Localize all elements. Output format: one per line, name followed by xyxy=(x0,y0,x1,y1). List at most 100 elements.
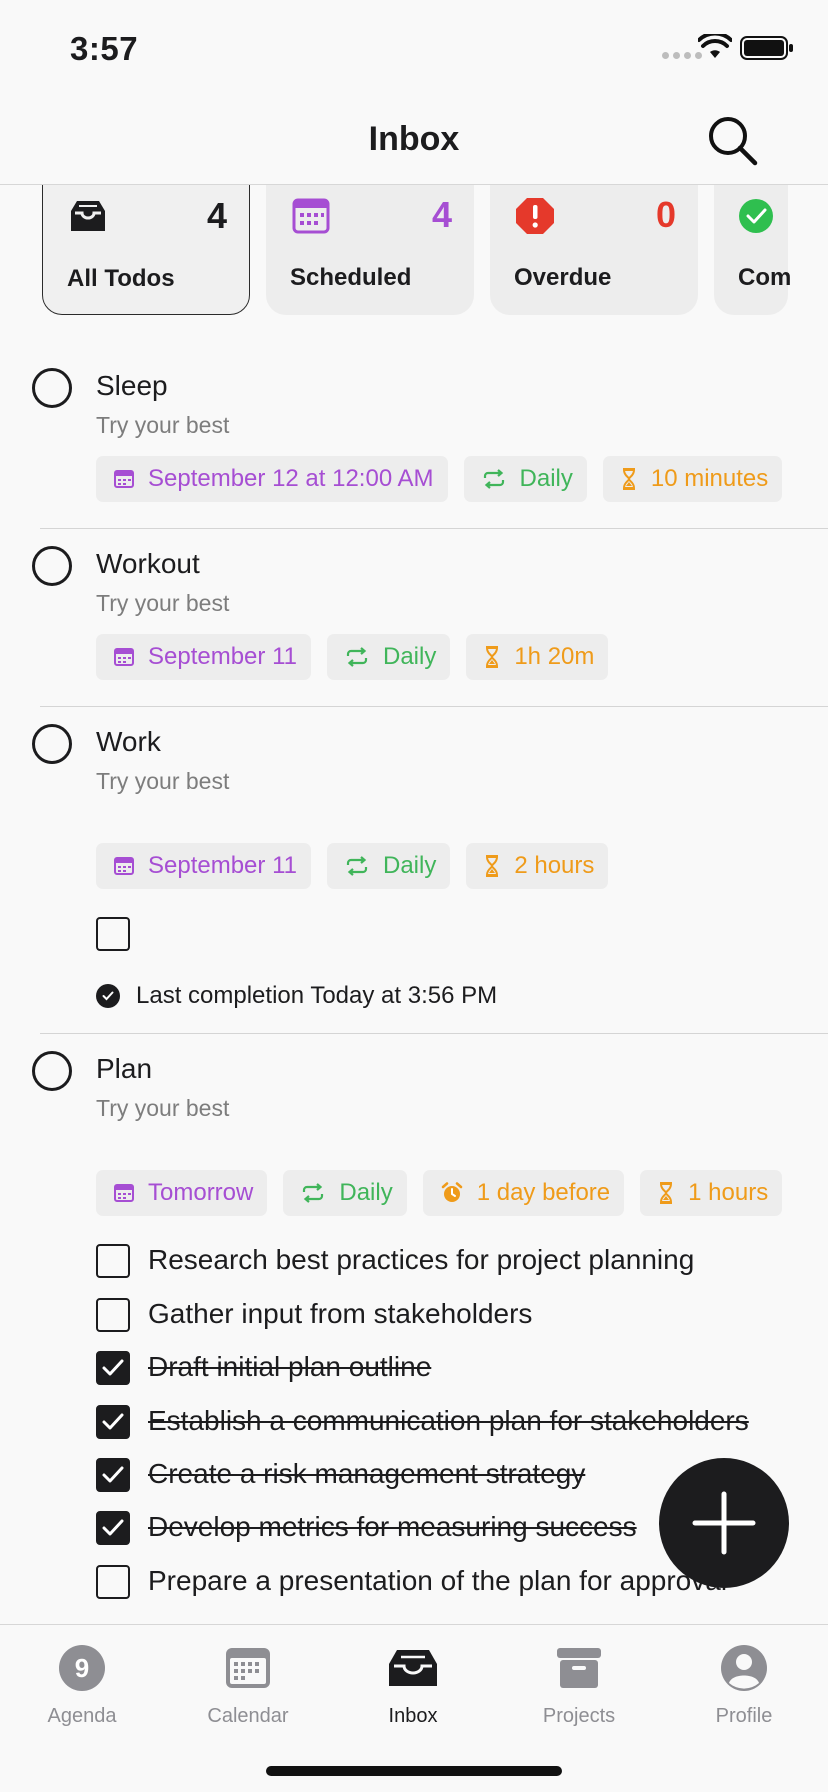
duration-chip[interactable]: 1h 20m xyxy=(466,634,609,680)
repeat-icon xyxy=(483,469,504,489)
calendar-icon xyxy=(292,198,330,234)
hourglass-icon xyxy=(486,646,499,668)
subtask-label: Research best practices for project plan… xyxy=(148,1244,695,1275)
subtask-checkbox[interactable] xyxy=(96,917,130,951)
subtask-checkbox[interactable] xyxy=(96,1565,130,1599)
repeat-icon xyxy=(346,856,368,876)
plus-icon xyxy=(692,1491,756,1555)
todo-title: Workout xyxy=(96,548,200,579)
duration-chip[interactable]: 1 hours xyxy=(640,1170,783,1216)
todo-note: Try your best xyxy=(96,590,230,616)
wifi-icon xyxy=(698,34,732,58)
cellular-signal-icon xyxy=(662,52,702,59)
repeat-icon xyxy=(303,1183,324,1203)
repeat-chip[interactable]: Daily xyxy=(326,634,451,680)
chip-label: 10 minutes xyxy=(650,465,769,492)
filter-label: Scheduled xyxy=(290,264,412,291)
todo-note: Try your best xyxy=(96,768,230,794)
todo-complete-circle[interactable] xyxy=(32,1051,72,1091)
todo-note: Try your best xyxy=(96,412,230,438)
checkmark-icon xyxy=(102,1359,124,1376)
chip-label: Daily xyxy=(382,852,437,879)
date-chip[interactable]: September 11 xyxy=(96,634,311,680)
battery-icon xyxy=(740,36,793,60)
filter-card-all-todos[interactable]: 4 All Todos xyxy=(42,184,250,315)
subtask-label: Develop metrics for measuring success xyxy=(148,1511,637,1542)
todo-complete-circle[interactable] xyxy=(32,368,72,408)
chip-label: Tomorrow xyxy=(148,1179,254,1206)
repeat-icon xyxy=(346,647,368,667)
todo-complete-circle[interactable] xyxy=(32,724,72,764)
date-chip[interactable]: Tomorrow xyxy=(96,1170,268,1216)
subtask-checkbox-checked[interactable] xyxy=(96,1405,130,1439)
repeat-chip[interactable]: Daily xyxy=(283,1170,407,1216)
person-icon xyxy=(721,1645,767,1691)
chip-label: September 11 xyxy=(148,852,297,879)
filter-label: Overdue xyxy=(514,264,612,291)
calendar-icon xyxy=(226,1648,270,1688)
tray-icon xyxy=(71,201,105,231)
subtask-label: Create a risk management strategy xyxy=(148,1458,586,1489)
tab-label: Calendar xyxy=(207,1705,289,1727)
divider xyxy=(40,528,828,529)
chip-label: September 12 at 12:00 AM xyxy=(148,465,434,492)
tab-agenda[interactable]: 9 Agenda xyxy=(7,1641,157,1728)
hourglass-icon xyxy=(622,468,635,490)
chip-label: 1h 20m xyxy=(514,643,595,670)
calendar-icon xyxy=(114,1184,134,1202)
date-chip[interactable]: September 12 at 12:00 AM xyxy=(96,456,448,502)
reminder-chip[interactable]: 1 day before xyxy=(422,1170,625,1216)
tab-profile[interactable]: Profile xyxy=(669,1641,819,1728)
todo-chips: September 12 at 12:00 AM Daily 10 minute… xyxy=(96,456,796,502)
checkmark-icon xyxy=(102,1519,124,1536)
tab-inbox[interactable]: Inbox xyxy=(338,1641,488,1728)
repeat-chip[interactable]: Daily xyxy=(326,843,451,889)
add-todo-button[interactable] xyxy=(659,1458,789,1588)
todo-complete-circle[interactable] xyxy=(32,546,72,586)
home-indicator xyxy=(266,1766,562,1776)
tab-calendar[interactable]: Calendar xyxy=(173,1641,323,1728)
filter-label: Com xyxy=(738,264,792,291)
search-icon[interactable] xyxy=(704,112,760,168)
tab-label: Projects xyxy=(542,1705,616,1727)
status-bar: 3:57 xyxy=(0,0,828,90)
todo-note: Try your best xyxy=(96,1095,230,1121)
check-circle-icon xyxy=(96,984,120,1008)
filter-card-overdue[interactable]: 0 Overdue xyxy=(490,184,698,315)
tray-icon xyxy=(389,1650,437,1686)
divider xyxy=(40,1033,828,1034)
filter-count: 4 xyxy=(431,194,452,235)
chip-label: Daily xyxy=(519,465,573,492)
todo-title: Work xyxy=(96,726,161,757)
chip-label: Daily xyxy=(382,643,437,670)
tab-label: Profile xyxy=(715,1705,773,1727)
last-completion: Last completion Today at 3:56 PM xyxy=(96,982,497,1010)
duration-chip[interactable]: 10 minutes xyxy=(602,456,783,502)
checkmark-icon xyxy=(102,1413,124,1430)
tab-projects[interactable]: Projects xyxy=(504,1641,654,1728)
subtask-checkbox-checked[interactable] xyxy=(96,1351,130,1385)
subtask-checkbox-checked[interactable] xyxy=(96,1511,130,1545)
subtask-checkbox[interactable] xyxy=(96,1298,130,1332)
filter-card-completed[interactable]: Com xyxy=(714,184,792,315)
divider xyxy=(40,706,828,707)
subtask-checkbox[interactable] xyxy=(96,1244,130,1278)
subtask-checkbox-checked[interactable] xyxy=(96,1458,130,1492)
archive-box-icon xyxy=(557,1648,601,1688)
todo-title: Plan xyxy=(96,1053,153,1084)
calendar-icon xyxy=(114,648,134,666)
check-circle-icon xyxy=(739,199,773,233)
calendar-icon xyxy=(114,470,134,488)
todo-title: Sleep xyxy=(96,370,168,401)
filter-card-scheduled[interactable]: 4 Scheduled xyxy=(266,184,474,315)
subtask-label: Establish a communication plan for stake… xyxy=(148,1405,749,1436)
agenda-badge: 9 xyxy=(75,1653,89,1683)
todo-chips: September 11 Daily 1h 20m xyxy=(96,634,796,680)
hourglass-icon xyxy=(486,855,499,877)
last-completion-text: Last completion Today at 3:56 PM xyxy=(136,982,498,1009)
date-chip[interactable]: September 11 xyxy=(96,843,311,889)
repeat-chip[interactable]: Daily xyxy=(463,456,587,502)
duration-chip[interactable]: 2 hours xyxy=(466,843,609,889)
status-time: 3:57 xyxy=(70,30,139,67)
chip-label: 1 day before xyxy=(476,1179,611,1206)
